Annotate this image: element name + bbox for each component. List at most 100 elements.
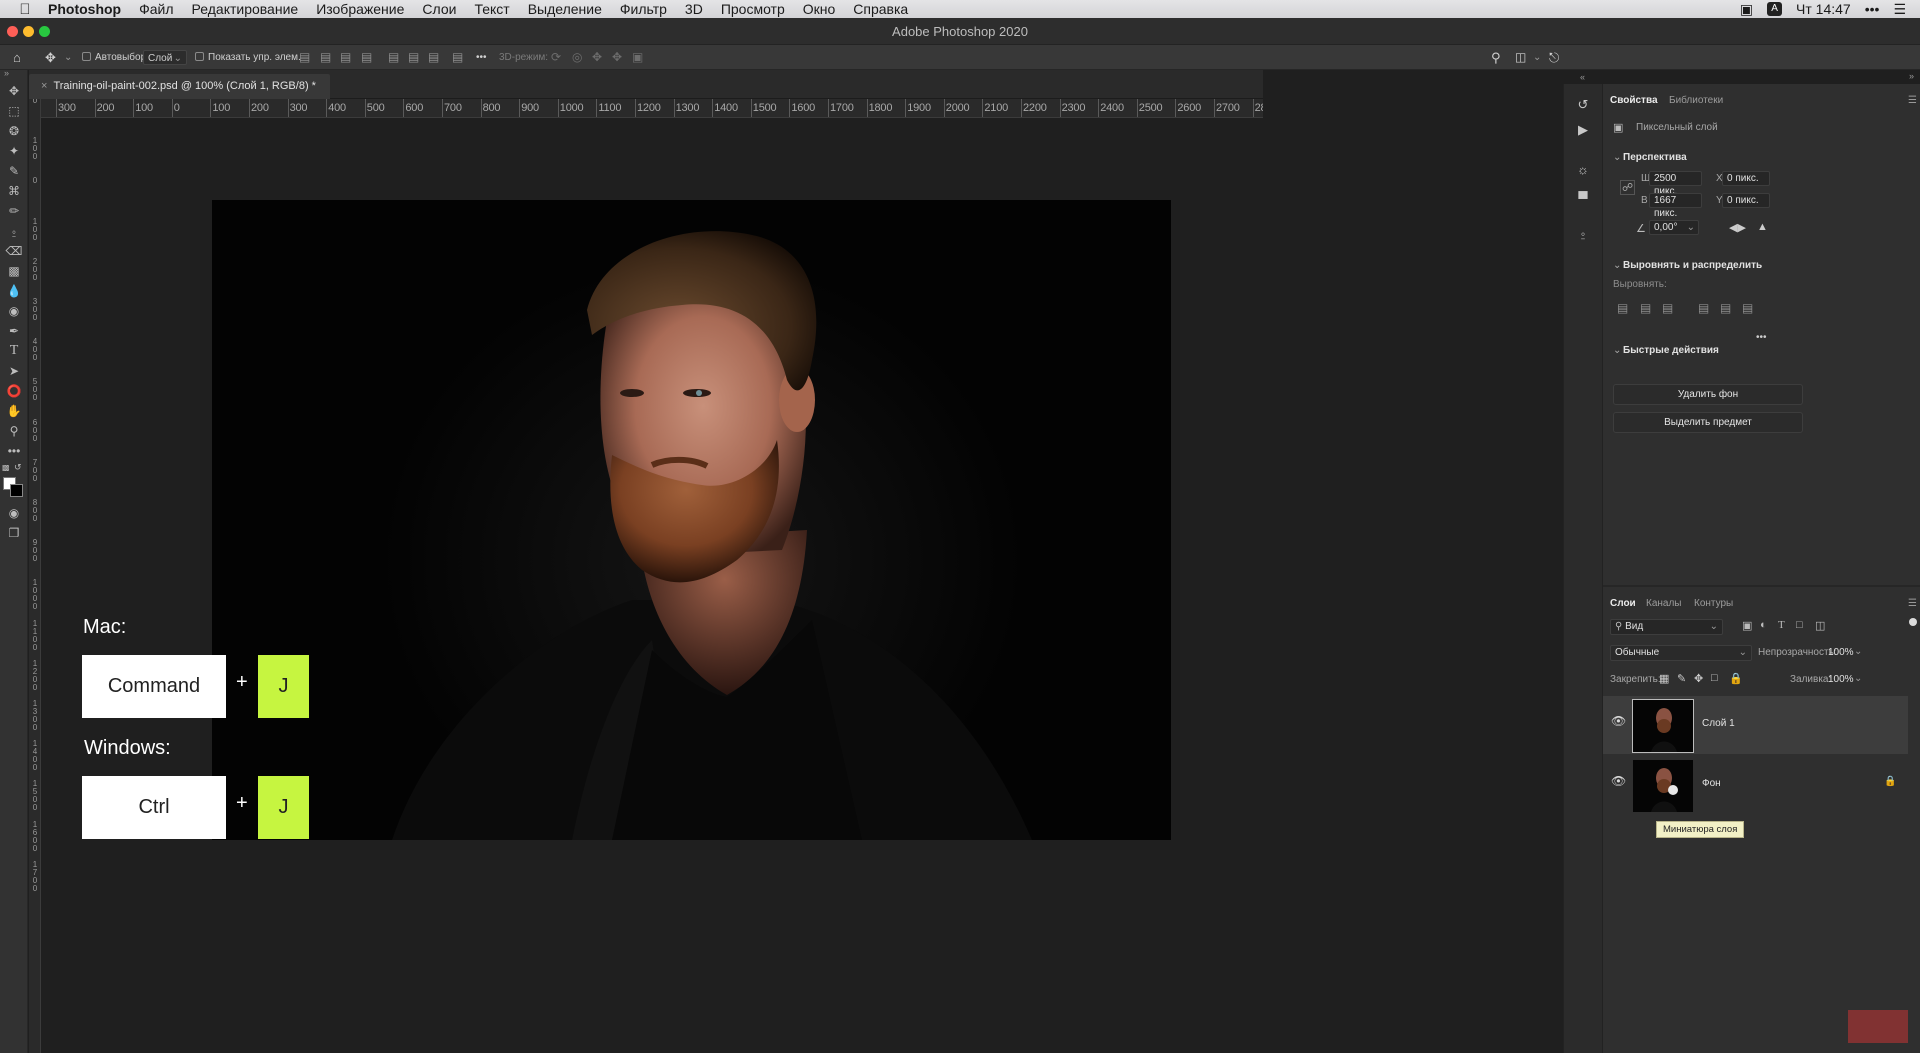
layer-name[interactable]: Слой 1 bbox=[1702, 718, 1735, 729]
align-right-icon[interactable]: ▤ bbox=[340, 50, 351, 65]
tab-properties[interactable]: Свойства bbox=[1610, 95, 1658, 106]
menu-help[interactable]: Справка bbox=[853, 1, 908, 17]
lock-image-icon[interactable]: ✎ bbox=[1677, 672, 1686, 685]
canvas-workspace[interactable]: Mac: Command + J Windows: Ctrl + J bbox=[42, 119, 1263, 1053]
layer-name[interactable]: Фон bbox=[1702, 778, 1721, 789]
search-icon[interactable]: ⚲ bbox=[1491, 50, 1501, 65]
align-left-edges-icon[interactable]: ▤ bbox=[1617, 301, 1628, 315]
histogram-icon[interactable]: ▄ bbox=[1574, 182, 1592, 200]
pen-tool-icon[interactable]: ✒ bbox=[5, 322, 23, 340]
opacity-field[interactable]: 100% bbox=[1828, 647, 1854, 658]
marquee-tool-icon[interactable]: ⬚ bbox=[5, 102, 23, 120]
tab-layers[interactable]: Слои bbox=[1610, 598, 1636, 609]
blur-tool-icon[interactable]: 💧 bbox=[5, 282, 23, 300]
filter-adjustment-icon[interactable]: ◐ bbox=[1760, 619, 1767, 631]
visibility-eye-icon[interactable]: 👁 bbox=[1611, 774, 1626, 788]
screen-mode-icon[interactable]: ❐ bbox=[5, 524, 23, 542]
flip-horizontal-icon[interactable]: ◀▶ bbox=[1729, 221, 1746, 234]
move-tool-preset-icon[interactable]: ✥ bbox=[45, 50, 56, 65]
filter-toggle-icon[interactable] bbox=[1909, 618, 1917, 626]
align-middle-v-icon[interactable]: ▤ bbox=[408, 50, 419, 65]
workspace-icon[interactable]: ◫ bbox=[1515, 50, 1526, 65]
align-bottom-edges-icon[interactable]: ▤ bbox=[1742, 301, 1753, 315]
zoom-tool-icon[interactable]: ⚲ bbox=[5, 422, 23, 440]
layer-thumbnail[interactable] bbox=[1633, 760, 1693, 812]
y-position-field[interactable]: 0 пикс. bbox=[1722, 193, 1770, 208]
horizontal-ruler[interactable]: 300 200 100 0 100 200 300 400 500 600 700 800 900 100… bbox=[41, 99, 1263, 118]
collapse-tools-icon[interactable]: » bbox=[4, 68, 9, 78]
path-selection-tool-icon[interactable]: ➤ bbox=[5, 362, 23, 380]
menu-select[interactable]: Выделение bbox=[528, 1, 602, 17]
link-dimensions-icon[interactable]: ☍ bbox=[1620, 180, 1636, 195]
autoselect-target-select[interactable]: Слой ⌄ bbox=[143, 50, 187, 65]
menu-view[interactable]: Просмотр bbox=[721, 1, 785, 17]
select-subject-button[interactable]: Выделить предмет bbox=[1613, 412, 1803, 433]
tab-paths[interactable]: Контуры bbox=[1694, 598, 1733, 609]
swap-colors-icon[interactable]: ↺ bbox=[14, 462, 22, 473]
panel-menu-icon[interactable]: ☰ bbox=[1908, 95, 1917, 106]
3d-scale-icon[interactable]: ▣ bbox=[632, 50, 643, 65]
filter-pixel-icon[interactable]: ▣ bbox=[1742, 619, 1752, 632]
flip-vertical-icon[interactable]: ▲ bbox=[1757, 221, 1768, 233]
input-source-indicator[interactable]: A bbox=[1767, 2, 1783, 16]
visibility-eye-icon[interactable]: 👁 bbox=[1611, 714, 1626, 728]
type-tool-icon[interactable]: T bbox=[5, 342, 23, 360]
clone-source-icon[interactable]: ⍛ bbox=[1574, 224, 1592, 242]
align-section-header[interactable]: ⌄ Выровнять и распределить bbox=[1613, 260, 1762, 271]
menu-image[interactable]: Изображение bbox=[316, 1, 404, 17]
edit-toolbar-icon[interactable]: ••• bbox=[5, 442, 23, 460]
collapse-dock-icon[interactable]: « bbox=[1580, 72, 1585, 82]
lock-position-icon[interactable]: ✥ bbox=[1694, 672, 1703, 685]
more-align-options[interactable]: ••• bbox=[1756, 332, 1767, 343]
vertical-ruler[interactable]: 0100010020030040050060070080090010001100… bbox=[29, 99, 41, 1053]
fill-chevron-icon[interactable]: ⌄ bbox=[1854, 673, 1862, 684]
3d-slide-icon[interactable]: ✥ bbox=[612, 50, 622, 65]
panel-divider[interactable] bbox=[1603, 585, 1920, 587]
layer-thumbnail[interactable] bbox=[1632, 699, 1694, 753]
move-tool-icon[interactable]: ✥ bbox=[5, 82, 23, 100]
filter-smart-object-icon[interactable]: ◫ bbox=[1815, 619, 1825, 632]
menu-window[interactable]: Окно bbox=[803, 1, 836, 17]
lasso-tool-icon[interactable]: ❂ bbox=[5, 122, 23, 140]
3d-orbit-icon[interactable]: ⟳ bbox=[551, 50, 561, 65]
chevron-down-icon[interactable]: ⌄ bbox=[64, 50, 72, 65]
align-horizontal-centers-icon[interactable]: ▤ bbox=[1640, 301, 1651, 315]
x-position-field[interactable]: 0 пикс. bbox=[1722, 171, 1770, 186]
fill-field[interactable]: 100% bbox=[1828, 674, 1854, 685]
menu-3d[interactable]: 3D bbox=[685, 1, 703, 17]
align-left-icon[interactable]: ▤ bbox=[299, 50, 310, 65]
3d-pan-icon[interactable]: ✥ bbox=[592, 50, 602, 65]
apple-menu-icon[interactable]:  bbox=[16, 1, 34, 18]
autoselect-checkbox[interactable]: Автовыбор: bbox=[82, 50, 149, 65]
clock[interactable]: Чт 14:47 bbox=[1796, 1, 1851, 17]
3d-roll-icon[interactable]: ◎ bbox=[572, 50, 582, 65]
distribute-v-icon[interactable]: ▤ bbox=[452, 50, 463, 65]
default-colors-icon[interactable]: ▩ bbox=[2, 463, 10, 472]
dodge-tool-icon[interactable]: ◉ bbox=[5, 302, 23, 320]
more-icon[interactable]: ••• bbox=[1865, 1, 1880, 17]
opacity-chevron-icon[interactable]: ⌄ bbox=[1854, 646, 1862, 657]
collapse-panels-icon[interactable]: » bbox=[1909, 71, 1914, 81]
crop-tool-icon[interactable]: ⌘ bbox=[5, 182, 23, 200]
ellipse-tool-icon[interactable]: ⭕ bbox=[5, 382, 23, 400]
layer-filter-select[interactable]: ⚲ Вид ⌄ bbox=[1610, 619, 1723, 635]
gradient-tool-icon[interactable]: ▩ bbox=[5, 262, 23, 280]
magic-wand-tool-icon[interactable]: ✦ bbox=[5, 142, 23, 160]
remove-background-button[interactable]: Удалить фон bbox=[1613, 384, 1803, 405]
lock-transparent-icon[interactable]: ▦ bbox=[1659, 672, 1669, 685]
history-icon[interactable]: ↺ bbox=[1574, 96, 1592, 114]
angle-field[interactable]: 0,00° ⌄ bbox=[1649, 220, 1699, 235]
hand-tool-icon[interactable]: ✋ bbox=[5, 402, 23, 420]
eyedropper-tool-icon[interactable]: ✏ bbox=[5, 202, 23, 220]
align-bottom-icon[interactable]: ▤ bbox=[428, 50, 439, 65]
tab-libraries[interactable]: Библиотеки bbox=[1669, 95, 1723, 106]
document-tab[interactable]: × Training-oil-paint-002.psd @ 100% (Слой… bbox=[29, 74, 330, 99]
width-field[interactable]: 2500 пикс. bbox=[1649, 171, 1702, 197]
align-top-edges-icon[interactable]: ▤ bbox=[1698, 301, 1709, 315]
adjustments-icon[interactable]: ☼ bbox=[1574, 161, 1592, 179]
layer-row-background[interactable]: 👁 Фон 🔒 bbox=[1603, 756, 1908, 814]
align-vertical-centers-icon[interactable]: ▤ bbox=[1720, 301, 1731, 315]
filter-type-icon[interactable]: T bbox=[1778, 619, 1785, 631]
actions-play-icon[interactable]: ▶ bbox=[1574, 121, 1592, 139]
menu-type[interactable]: Текст bbox=[474, 1, 509, 17]
